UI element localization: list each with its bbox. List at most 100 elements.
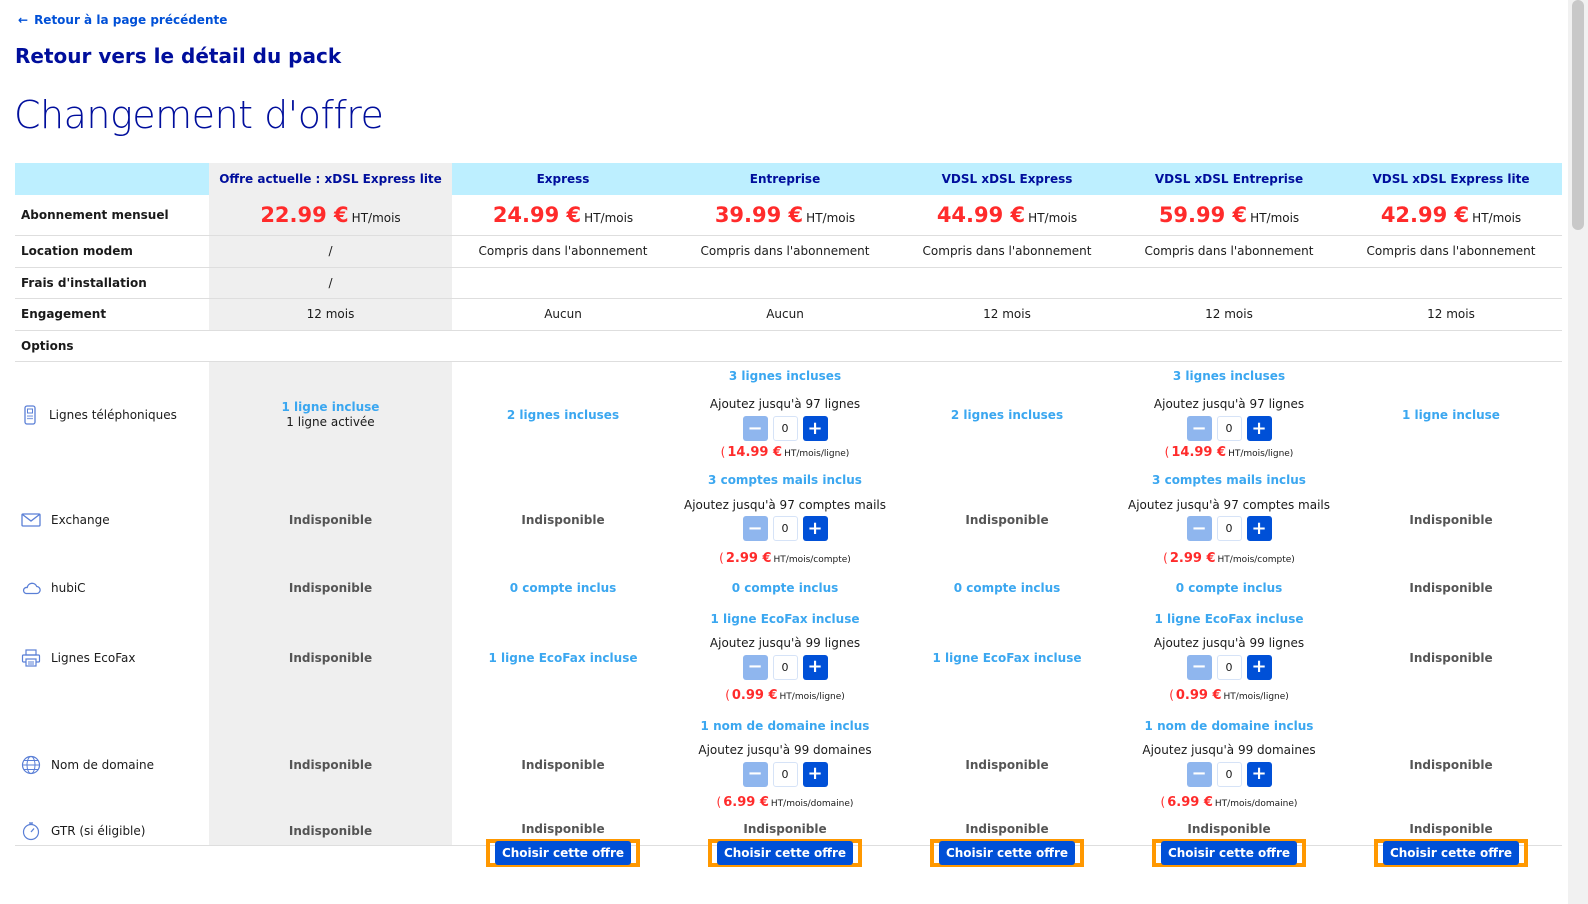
unavailable-text: Indisponible	[1187, 822, 1271, 836]
unit-price-paren: (	[716, 794, 722, 809]
unit-price-unit: HT/mois/ligne)	[1223, 691, 1289, 702]
domain-vdsl-entreprise-cell: 1 nom de domaine inclus Ajoutez jusqu'à …	[1118, 711, 1340, 818]
gtr-current-cell: Indisponible	[209, 818, 452, 846]
ecofax-express-cell: 1 ligne EcoFax incluse	[452, 604, 674, 711]
unavailable-text: Indisponible	[1409, 513, 1493, 527]
increment-button[interactable]: +	[802, 516, 828, 542]
quantity-input[interactable]: 0	[1216, 516, 1242, 542]
choose-offer-vdsl-entreprise-button[interactable]: Choisir cette offre	[1160, 840, 1298, 865]
quantity-input[interactable]: 0	[772, 654, 798, 680]
unit-price: (14.99 € HT/mois/ligne)	[721, 445, 850, 461]
pack-detail-link[interactable]: Retour vers le détail du pack	[15, 44, 341, 68]
decrement-button[interactable]: −	[1186, 761, 1212, 787]
header-offer-vdsl-express-lite: VDSL xDSL Express lite	[1340, 163, 1562, 195]
decrement-button[interactable]: −	[742, 516, 768, 542]
header-offer-vdsl-express: VDSL xDSL Express	[896, 163, 1118, 195]
engagement-cell: 12 mois	[896, 298, 1118, 331]
unit-price-paren: (	[720, 444, 726, 459]
price-unit: HT/mois	[1028, 210, 1078, 225]
price-amount: 59.99 €	[1158, 202, 1248, 227]
option-label-cell: GTR (si éligible)	[15, 818, 209, 846]
increment-button[interactable]: +	[802, 761, 828, 787]
install-cell	[1118, 267, 1340, 299]
quantity-stepper: − 0 +	[742, 415, 828, 441]
unit-price: (0.99 € HT/mois/ligne)	[725, 688, 845, 704]
option-label-cell: hubiC	[15, 572, 209, 604]
unit-price-amount: 6.99 €	[1167, 794, 1213, 810]
decrement-button[interactable]: −	[742, 761, 768, 787]
unavailable-text: Indisponible	[288, 513, 373, 527]
choose-offer-express-button[interactable]: Choisir cette offre	[494, 840, 632, 865]
increment-button[interactable]: +	[1246, 415, 1272, 441]
choose-offer-vdsl-express-lite-button[interactable]: Choisir cette offre	[1382, 840, 1520, 865]
ecofax-vdsl-entreprise-cell: 1 ligne EcoFax incluse Ajoutez jusqu'à 9…	[1118, 604, 1340, 711]
hubic-entreprise-cell: 0 compte inclus	[674, 572, 896, 604]
unit-price-amount: 6.99 €	[723, 794, 769, 810]
back-link[interactable]: ← Retour à la page précédente	[18, 13, 227, 27]
choose-cell: Choisir cette offre	[1340, 838, 1562, 873]
decrement-button[interactable]: −	[1186, 654, 1212, 680]
printer-icon	[21, 648, 41, 667]
domain-express-cell: Indisponible	[452, 711, 674, 818]
engagement-cell: 12 mois	[209, 298, 452, 331]
exchange-express-cell: Indisponible	[452, 468, 674, 572]
decrement-button[interactable]: −	[1186, 516, 1212, 542]
included-text: 3 lignes incluses	[728, 369, 842, 384]
included-text: 3 lignes incluses	[1172, 369, 1286, 384]
decrement-button[interactable]: −	[742, 415, 768, 441]
price-cell: 24.99 € HT/mois	[452, 195, 674, 236]
row-modem: Location modem / Compris dans l'abonneme…	[15, 235, 1562, 268]
increment-button[interactable]: +	[1246, 516, 1272, 542]
unit-price-amount: 14.99 €	[1171, 444, 1227, 460]
engagement-cell: 12 mois	[1340, 298, 1562, 331]
decrement-button[interactable]: −	[1186, 415, 1212, 441]
unit-price-unit: HT/mois/ligne)	[779, 691, 845, 702]
included-text: 1 nom de domaine inclus	[1144, 718, 1314, 733]
increment-button[interactable]: +	[1246, 654, 1272, 680]
increment-button[interactable]: +	[802, 654, 828, 680]
add-up-to-text: Ajoutez jusqu'à 97 comptes mails	[683, 497, 887, 512]
modem-cell: /	[209, 235, 452, 268]
increment-button[interactable]: +	[1246, 761, 1272, 787]
choose-highlight: Choisir cette offre	[1151, 838, 1307, 867]
row-install: Frais d'installation /	[15, 267, 1562, 299]
vertical-scrollbar[interactable]	[1568, 0, 1588, 904]
choose-highlight: Choisir cette offre	[707, 838, 863, 867]
quantity-input[interactable]: 0	[1216, 761, 1242, 787]
price-unit: HT/mois	[584, 210, 634, 225]
unavailable-text: Indisponible	[288, 824, 373, 839]
choose-offer-vdsl-express-button[interactable]: Choisir cette offre	[938, 840, 1076, 865]
price-amount: 24.99 €	[492, 202, 582, 227]
quantity-stepper: − 0 +	[742, 516, 828, 542]
add-up-to-text: Ajoutez jusqu'à 97 lignes	[709, 397, 861, 412]
unit-price-paren: (	[1164, 444, 1170, 459]
scrollbar-thumb[interactable]	[1572, 0, 1584, 230]
activated-text: 1 ligne activée	[286, 414, 375, 429]
choose-offer-entreprise-button[interactable]: Choisir cette offre	[716, 840, 854, 865]
included-text: 1 ligne EcoFax incluse	[710, 611, 860, 626]
domain-current-cell: Indisponible	[209, 711, 452, 818]
included-text: 3 comptes mails inclus	[1152, 473, 1306, 488]
quantity-input[interactable]: 0	[772, 516, 798, 542]
unavailable-text: Indisponible	[521, 822, 605, 836]
phone-icon	[24, 405, 36, 425]
quantity-input[interactable]: 0	[1216, 654, 1242, 680]
quantity-input[interactable]: 0	[772, 415, 798, 441]
row-option-exchange: Exchange Indisponible Indisponible 3 com…	[15, 468, 1562, 572]
lignes-vdsl-express-lite-cell: 1 ligne incluse	[1340, 361, 1562, 468]
quantity-input[interactable]: 0	[1216, 415, 1242, 441]
choose-cell: Choisir cette offre	[674, 838, 896, 873]
price-amount: 42.99 €	[1380, 202, 1470, 227]
option-label: Lignes EcoFax	[51, 650, 136, 665]
row-option-ecofax: Lignes EcoFax Indisponible 1 ligne EcoFa…	[15, 604, 1562, 711]
price-unit: HT/mois	[1250, 210, 1300, 225]
unavailable-text: Indisponible	[521, 513, 605, 527]
unavailable-text: Indisponible	[1409, 581, 1493, 595]
quantity-input[interactable]: 0	[772, 761, 798, 787]
unit-price: (6.99 € HT/mois/domaine)	[717, 795, 854, 811]
modem-cell: Compris dans l'abonnement	[896, 235, 1118, 268]
unavailable-text: Indisponible	[743, 822, 827, 836]
unavailable-text: Indisponible	[288, 757, 373, 772]
increment-button[interactable]: +	[802, 415, 828, 441]
decrement-button[interactable]: −	[742, 654, 768, 680]
